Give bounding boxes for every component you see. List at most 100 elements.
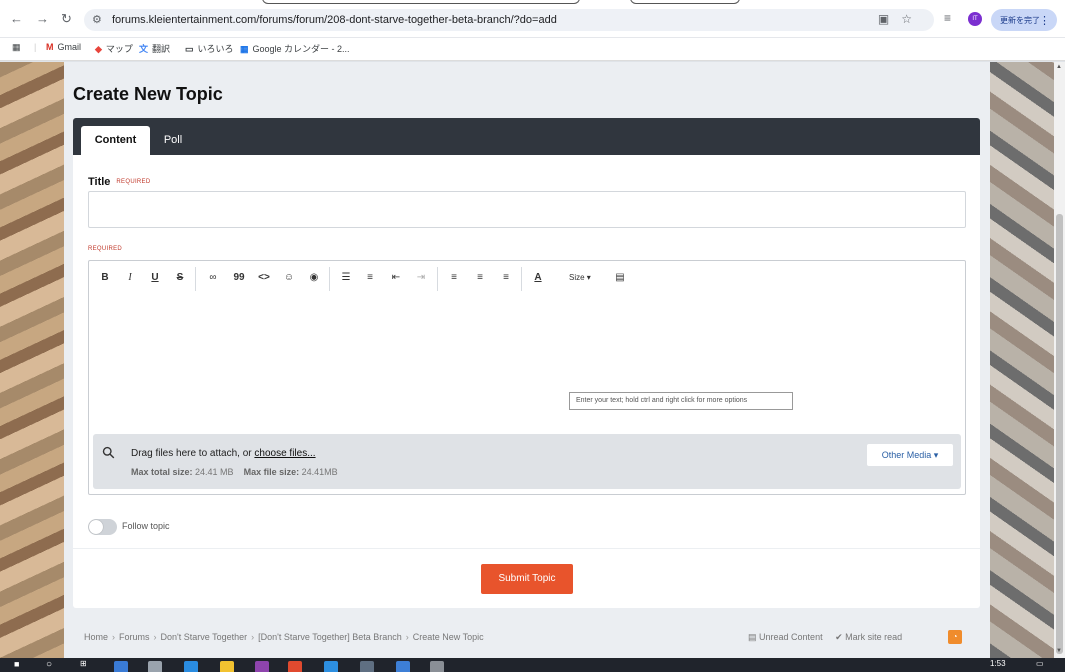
divider (437, 267, 438, 291)
scroll-up-icon[interactable]: ▲ (1056, 64, 1062, 70)
bookmark-label: 翻訳 (152, 44, 171, 54)
submit-topic-button[interactable]: Submit Topic (481, 564, 573, 594)
scroll-down-icon[interactable]: ▼ (1056, 648, 1062, 654)
breadcrumb: Home › Forums › Don't Starve Together › [Don't… (84, 632, 484, 642)
chevron-right-icon: › (405, 632, 409, 642)
url-text[interactable]: forums.kleientertainment.com/forums/foru… (112, 14, 557, 26)
emoji-icon[interactable]: ☺ (282, 271, 296, 285)
required-badge: REQUIRED (116, 179, 151, 186)
outdent-icon[interactable]: ⇤ (389, 271, 403, 285)
menu-icon[interactable]: ⋮ (1039, 14, 1050, 27)
submit-row: Submit Topic (73, 548, 980, 608)
choose-files-link[interactable]: choose files... (254, 448, 315, 459)
align-right-icon[interactable]: ≡ (499, 271, 513, 285)
bookmark-label: いろいろ (197, 44, 234, 54)
task-view-icon[interactable]: ⊞ (80, 659, 87, 668)
browser-tab[interactable] (630, 0, 740, 4)
vscode-icon[interactable] (324, 661, 338, 672)
check-icon: ✔ (835, 632, 843, 642)
unread-content-link[interactable]: Unread Content (759, 632, 823, 642)
calendar-icon: ▦ (240, 44, 249, 54)
reload-icon[interactable]: ↻ (61, 12, 72, 26)
bookmarks-bar: ▦ | M Gmail ◆ マップ 文翻訳 ▭ いろいろ ▦ Google カレンダー … (0, 38, 1065, 61)
translate-icon[interactable]: ▣☆ (878, 12, 924, 26)
forward-icon[interactable]: → (36, 12, 49, 26)
breadcrumb-dst[interactable]: Don't Starve Together (161, 632, 248, 642)
breadcrumb-home[interactable]: Home (84, 632, 108, 642)
background-art (990, 62, 1054, 658)
size-dropdown[interactable]: Size ▾ (569, 273, 591, 282)
bookmark-maps[interactable]: ◆ マップ (95, 42, 133, 55)
font-color-icon[interactable]: A (531, 271, 545, 285)
paperclip-icon: ⚲ (99, 443, 120, 464)
attach-text: Drag files here to attach, or (131, 448, 252, 459)
link-icon[interactable]: ∞ (206, 271, 220, 285)
max-total-label: Max total size: (131, 467, 193, 477)
breadcrumb-current: Create New Topic (412, 632, 484, 642)
required-badge: REQUIRED (88, 246, 123, 252)
rss-icon[interactable]: ◔ (948, 630, 962, 644)
tab-poll[interactable]: Poll (153, 126, 193, 155)
browser-tab[interactable] (262, 0, 580, 4)
site-info-icon[interactable]: ⚙ (92, 13, 102, 26)
bookmark-folder[interactable]: ▭ いろいろ (185, 42, 234, 55)
search-icon[interactable]: ○ (46, 659, 52, 670)
app-icon[interactable] (255, 661, 269, 672)
back-icon[interactable]: ← (10, 12, 23, 26)
update-button[interactable]: 更新を完了 ⋮ (991, 9, 1057, 31)
spoiler-icon[interactable]: ◉ (307, 271, 321, 285)
app-icon[interactable] (184, 661, 198, 672)
indent-icon[interactable]: ⇥ (414, 271, 428, 285)
mark-site-read-link[interactable]: Mark site read (845, 632, 902, 642)
chrome-icon[interactable] (288, 661, 302, 672)
clock[interactable]: 1:53 (990, 659, 1006, 668)
folder-icon[interactable] (220, 661, 234, 672)
bullet-list-icon[interactable]: ☰ (339, 271, 353, 285)
scrollbar-thumb[interactable] (1056, 214, 1063, 654)
app-icon[interactable] (114, 661, 128, 672)
app-icon[interactable] (430, 661, 444, 672)
toggle-knob (89, 520, 103, 534)
underline-button[interactable]: U (148, 271, 162, 285)
code-button[interactable]: <> (257, 271, 271, 285)
numbered-list-icon[interactable]: ≡ (363, 271, 377, 285)
gmail-icon: M (46, 42, 54, 52)
app-icon[interactable] (360, 661, 374, 672)
title-input[interactable] (88, 191, 966, 228)
bookmark-gmail[interactable]: M Gmail (46, 42, 81, 52)
other-media-button[interactable]: Other Media ▾ (867, 444, 953, 466)
notification-icon[interactable]: ▭ (1036, 659, 1044, 668)
align-left-icon[interactable]: ≡ (447, 271, 461, 285)
follow-toggle[interactable] (88, 519, 117, 535)
bold-button[interactable]: B (98, 271, 112, 285)
reading-list-icon[interactable]: ≡ (944, 11, 951, 25)
avatar[interactable]: IT (968, 12, 982, 26)
quote-button[interactable]: 99 (232, 271, 246, 285)
align-center-icon[interactable]: ≡ (473, 271, 487, 285)
attach-limits: Max total size: 24.41 MB Max file size: … (131, 467, 338, 477)
preview-icon[interactable]: ▤ (613, 271, 627, 285)
maps-icon: ◆ (95, 44, 102, 54)
attachment-dropzone[interactable]: ⚲ Drag files here to attach, or choose f… (93, 434, 961, 489)
web-page: Create New Topic Content Poll Title REQUI… (0, 62, 1054, 658)
breadcrumb-forums[interactable]: Forums (119, 632, 150, 642)
max-total-value: 24.41 MB (195, 467, 234, 477)
italic-button[interactable]: I (123, 271, 137, 285)
max-file-value: 24.41MB (301, 467, 338, 477)
bookmark-calendar[interactable]: ▦ Google カレンダー - 2... (240, 42, 350, 55)
apps-icon[interactable]: ▦ (12, 42, 21, 53)
url-bar[interactable]: ⚙ forums.kleientertainment.com/forums/fo… (84, 9, 934, 31)
scrollbar[interactable]: ▲ ▼ (1054, 62, 1065, 658)
breadcrumb-beta[interactable]: [Don't Starve Together] Beta Branch (258, 632, 402, 642)
tab-content[interactable]: Content (81, 126, 150, 155)
app-icon[interactable] (148, 661, 162, 672)
strikethrough-button[interactable]: S (173, 271, 187, 285)
bookmark-translate[interactable]: 文翻訳 (139, 42, 170, 55)
divider (329, 267, 330, 291)
app-icon[interactable] (396, 661, 410, 672)
rich-text-editor[interactable]: B I U S ∞ 99 <> ☺ ◉ ☰ ≡ ⇤ ⇥ ≡ ≡ ≡ A Size… (88, 260, 966, 495)
windows-start-icon[interactable]: ■ (14, 659, 19, 669)
translate-icon: 文 (139, 44, 149, 54)
divider (521, 267, 522, 291)
form-tabs: Content Poll (73, 118, 980, 155)
